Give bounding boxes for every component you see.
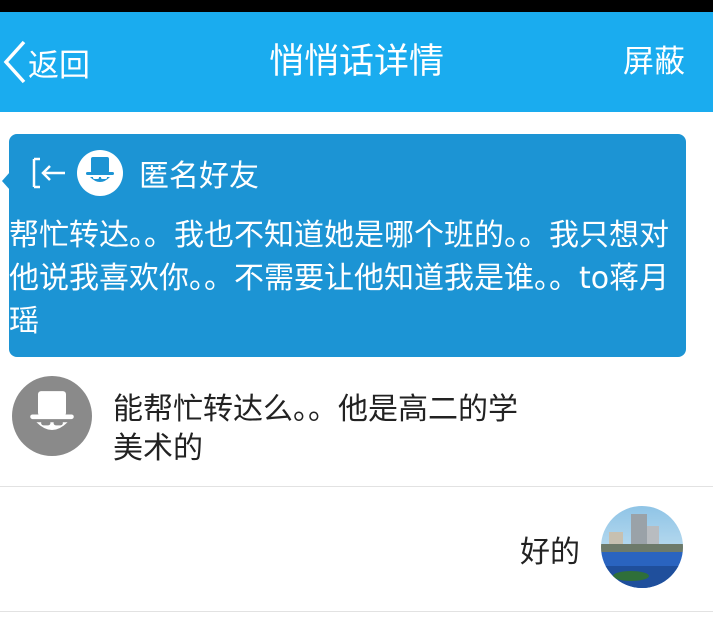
user-avatar[interactable] [601,506,683,588]
card-header: 匿名好友 [31,150,259,196]
anonymous-avatar[interactable] [77,150,123,196]
conversation-item: 好的 [0,487,713,612]
whisper-message: 帮忙转达。。我也不知道她是哪个班的。。我只想对他说我喜欢你。。不需要让他知道我是… [9,218,670,339]
top-navigation-bar: 返回 悄悄话详情 屏蔽 [0,12,713,112]
chevron-left-icon [3,40,26,84]
card-notch [2,172,10,190]
back-button[interactable]: 返回 [0,12,90,112]
message-text: 好的 [520,535,580,570]
status-bar [0,0,713,12]
user-photo-image [601,506,683,588]
incoming-arrow-icon [32,157,65,189]
back-label: 返回 [28,47,90,84]
conversation-item: 能帮忙转达么。。他是高二的学美术的 [0,368,713,487]
page-title: 悄悄话详情 [268,42,444,82]
block-button[interactable]: 屏蔽 [623,12,685,112]
message-text: 能帮忙转达么。。他是高二的学美术的 [113,392,518,466]
whisper-card: 匿名好友 帮忙转达。。我也不知道她是哪个班的。。我只想对他说我喜欢你。。不需要让… [2,134,686,357]
anonymous-person-icon [86,157,114,182]
anonymous-person-icon [30,391,74,430]
sender-name: 匿名好友 [139,159,259,194]
anonymous-avatar[interactable] [12,376,92,456]
